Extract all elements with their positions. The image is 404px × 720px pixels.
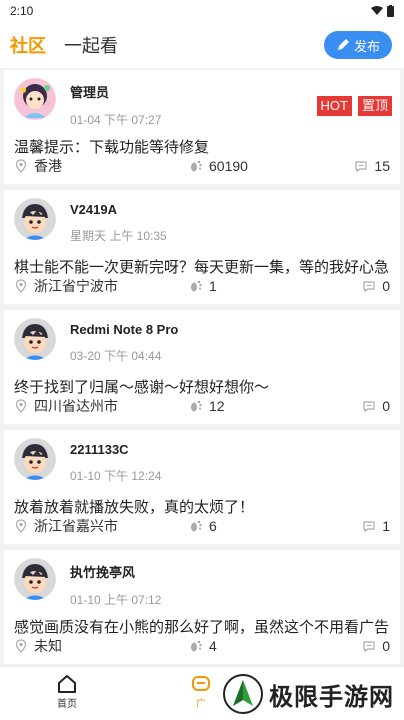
comment-count: 0: [382, 278, 390, 294]
like-count: 60190: [209, 158, 248, 174]
post-time: 01-10 下午 12:24: [70, 469, 162, 483]
nav-home[interactable]: 首页: [0, 667, 134, 720]
post-location: 香港: [34, 158, 62, 174]
comment-count: 0: [382, 638, 390, 654]
like-count: 4: [209, 638, 217, 654]
location-icon: [15, 279, 27, 293]
user-avatar[interactable]: [14, 318, 56, 360]
post-content[interactable]: 放着放着就播放失败，真的太烦了！: [14, 496, 390, 517]
top-header: 社区 一起看 发布: [0, 22, 404, 68]
publish-label: 发布: [353, 38, 380, 54]
footprint-icon[interactable]: [189, 639, 203, 653]
comment-count: 0: [382, 398, 390, 414]
nav-home-label: 首页: [57, 699, 77, 710]
post-time: 星期天 上午 10:35: [70, 229, 167, 243]
post-content[interactable]: 终于找到了归属～感谢～好想好想你～: [14, 376, 390, 397]
watermark-logo-icon: [223, 674, 263, 714]
comment-icon[interactable]: [362, 519, 376, 533]
wifi-icon: [371, 6, 383, 15]
location-icon: [15, 399, 27, 413]
battery-icon: [387, 5, 394, 17]
hot-badge: HOT: [316, 96, 352, 116]
community-icon: [192, 676, 210, 691]
footprint-icon[interactable]: [189, 399, 203, 413]
post-card[interactable]: Redmi Note 8 Pro 03-20 下午 04:44 终于找到了归属～…: [4, 310, 400, 430]
author-name[interactable]: 2211133C: [70, 442, 161, 457]
comment-count: 1: [382, 518, 390, 534]
user-avatar[interactable]: [14, 438, 56, 480]
tab-community[interactable]: 社区: [10, 32, 46, 58]
publish-button[interactable]: 发布: [324, 31, 392, 59]
post-location: 四川省达州市: [34, 398, 118, 414]
pinned-badge: 置顶: [357, 96, 392, 116]
author-name[interactable]: 执竹挽亭风: [70, 562, 161, 581]
user-avatar[interactable]: [14, 558, 56, 600]
post-card[interactable]: 2211133C 01-10 下午 12:24 放着放着就播放失败，真的太烦了！…: [4, 430, 400, 550]
author-name[interactable]: Redmi Note 8 Pro: [70, 322, 178, 337]
comment-icon[interactable]: [362, 399, 376, 413]
post-location: 浙江省嘉兴市: [34, 518, 118, 534]
post-location: 浙江省宁波市: [34, 278, 118, 294]
pen-icon: [337, 39, 349, 50]
location-icon: [15, 159, 27, 173]
status-time: 2:10: [10, 4, 34, 18]
like-count: 12: [209, 398, 225, 414]
footprint-icon[interactable]: [189, 279, 203, 293]
nav-community-label: 广: [196, 699, 206, 710]
user-avatar[interactable]: [14, 198, 56, 240]
watermark-text: 极限手游网: [269, 683, 394, 711]
post-card[interactable]: V2419A 星期天 上午 10:35 棋士能不能一次更新完呀？每天更新一集，等…: [4, 190, 400, 310]
like-count: 6: [209, 518, 217, 534]
comment-count: 15: [374, 158, 390, 174]
footprint-icon[interactable]: [189, 519, 203, 533]
comment-icon[interactable]: [362, 279, 376, 293]
like-count: 1: [209, 278, 217, 294]
author-name[interactable]: V2419A: [70, 202, 167, 217]
status-bar: 2:10: [0, 0, 404, 22]
post-card[interactable]: 管理员 01-04 下午 07:27 HOT 置顶 温馨提示：下载功能等待修复 …: [4, 70, 400, 190]
footprint-icon[interactable]: [189, 159, 203, 173]
post-content[interactable]: 感觉画质没有在小熊的那么好了啊，虽然这个不用看广告: [14, 616, 390, 637]
admin-avatar[interactable]: [14, 78, 56, 120]
home-icon: [58, 675, 76, 693]
site-watermark: 极限手游网: [217, 672, 400, 716]
tab-watch-together[interactable]: 一起看: [64, 32, 118, 58]
author-name[interactable]: 管理员: [70, 82, 161, 101]
post-time: 01-10 上午 07:12: [70, 593, 162, 607]
comment-icon[interactable]: [362, 639, 376, 653]
post-feed: 管理员 01-04 下午 07:27 HOT 置顶 温馨提示：下载功能等待修复 …: [0, 70, 404, 670]
post-content[interactable]: 棋士能不能一次更新完呀？每天更新一集，等的我好心急: [14, 256, 390, 277]
post-card[interactable]: 执竹挽亭风 01-10 上午 07:12 感觉画质没有在小熊的那么好了啊，虽然这…: [4, 550, 400, 670]
comment-icon[interactable]: [354, 159, 368, 173]
post-time: 01-04 下午 07:27: [70, 113, 162, 127]
location-icon: [15, 639, 27, 653]
location-icon: [15, 519, 27, 533]
post-time: 03-20 下午 04:44: [70, 349, 162, 363]
post-location: 未知: [34, 638, 62, 654]
post-content[interactable]: 温馨提示：下载功能等待修复: [14, 136, 390, 157]
